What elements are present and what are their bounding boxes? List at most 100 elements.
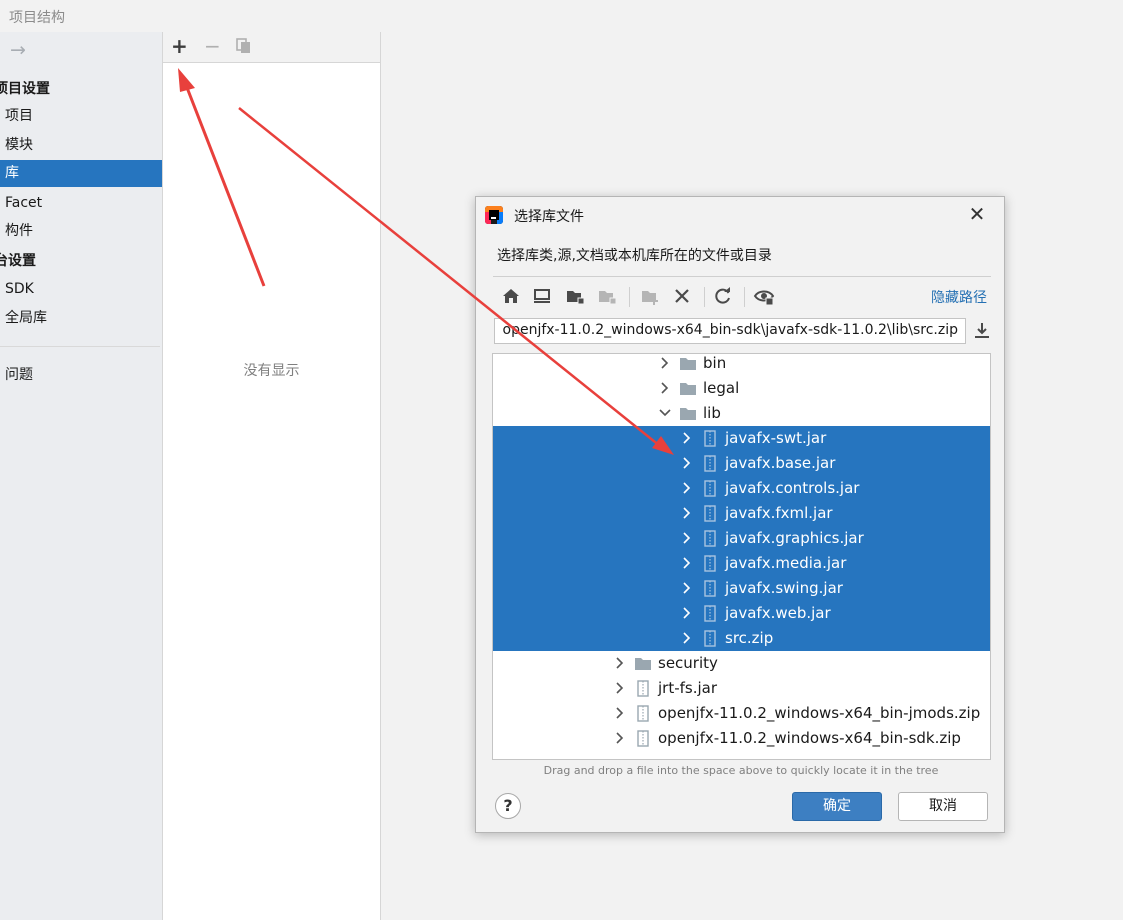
tree-row-label: jrt-fs.jar xyxy=(658,679,718,697)
project-folder-icon[interactable] xyxy=(564,285,586,307)
tree-row-label: javafx.fxml.jar xyxy=(725,504,833,522)
tree-row-label: javafx-swt.jar xyxy=(725,429,827,447)
tree-row[interactable]: javafx.base.jar xyxy=(493,451,990,476)
tree-row[interactable]: javafx.media.jar xyxy=(493,551,990,576)
sidebar-item-sdk[interactable]: SDK xyxy=(0,276,162,303)
tree-row-label: javafx.base.jar xyxy=(725,454,836,472)
close-icon[interactable]: ✕ xyxy=(966,203,988,225)
file-tree[interactable]: openjfx-11.0.2_windows-x64_bin-sdk.zip op… xyxy=(492,353,991,760)
tree-row[interactable]: javafx.swing.jar xyxy=(493,576,990,601)
drag-drop-hint: Drag and drop a file into the space abov… xyxy=(543,764,939,777)
tree-row-label: legal xyxy=(703,379,740,397)
home-icon[interactable] xyxy=(500,285,522,307)
chevron-right-icon[interactable] xyxy=(679,505,695,521)
refresh-icon[interactable] xyxy=(712,285,734,307)
chevron-right-icon[interactable] xyxy=(679,555,695,571)
tree-row[interactable]: javafx.controls.jar xyxy=(493,476,990,501)
tree-row-label: javafx.graphics.jar xyxy=(725,529,864,547)
window-title: 项目结构 xyxy=(9,10,65,26)
tree-row[interactable]: lib xyxy=(493,401,990,426)
sidebar-item-problems[interactable]: 问题 xyxy=(0,362,162,389)
sidebar-item-project[interactable]: 项目 xyxy=(0,103,162,130)
sidebar-item-libraries[interactable]: 库 xyxy=(0,160,162,187)
libraries-toolbar: + − xyxy=(163,32,380,63)
sidebar-item-global-libraries[interactable]: 全局库 xyxy=(0,305,162,332)
tree-row[interactable]: bin xyxy=(493,354,990,376)
tree-row[interactable]: src.zip xyxy=(493,626,990,651)
tree-row-label: javafx.swing.jar xyxy=(725,579,843,597)
settings-sidebar: → 项目设置 项目 模块 库 Facet 构件 台设置 SDK 全局库 问题 xyxy=(0,32,162,920)
archive-icon xyxy=(704,505,716,522)
tree-row-label: javafx.controls.jar xyxy=(725,479,860,497)
chevron-right-icon[interactable] xyxy=(679,480,695,496)
chevron-right-icon[interactable] xyxy=(657,380,673,396)
chevron-right-icon[interactable] xyxy=(679,580,695,596)
remove-icon[interactable]: − xyxy=(204,35,221,57)
tree-row-label: javafx.media.jar xyxy=(725,554,847,572)
chevron-right-icon[interactable] xyxy=(612,680,628,696)
dialog-divider xyxy=(493,276,991,277)
chevron-right-icon[interactable] xyxy=(679,605,695,621)
archive-icon xyxy=(704,455,716,472)
hide-path-link[interactable]: 隐藏路径 xyxy=(931,287,987,307)
tree-row[interactable]: javafx.web.jar xyxy=(493,601,990,626)
arrow-right-icon[interactable]: → xyxy=(10,39,26,61)
sidebar-item-facet[interactable]: Facet xyxy=(0,190,162,217)
module-folder-icon[interactable] xyxy=(596,285,618,307)
tree-row[interactable]: legal xyxy=(493,376,990,401)
sidebar-header-platform-settings: 台设置 xyxy=(0,253,36,269)
libraries-panel: + − 没有显示 xyxy=(162,32,381,920)
tree-row[interactable]: jrt-fs.jar xyxy=(493,676,990,701)
desktop-icon[interactable] xyxy=(531,285,553,307)
cancel-button[interactable]: 取消 xyxy=(898,792,988,821)
folder-icon xyxy=(680,408,696,420)
help-button[interactable]: ? xyxy=(495,793,521,819)
sidebar-item-artifacts[interactable]: 构件 xyxy=(0,218,162,245)
folder-icon xyxy=(635,658,651,670)
tree-row[interactable]: javafx.fxml.jar xyxy=(493,501,990,526)
archive-icon xyxy=(704,630,716,647)
chevron-right-icon[interactable] xyxy=(612,705,628,721)
delete-icon[interactable] xyxy=(671,285,693,307)
ok-button[interactable]: 确定 xyxy=(792,792,882,821)
sidebar-header-project-settings: 项目设置 xyxy=(0,81,50,97)
show-hidden-icon[interactable] xyxy=(753,285,775,307)
tree-row[interactable]: openjfx-11.0.2_windows-x64_bin-jmods.zip xyxy=(493,701,990,726)
tree-row-label: openjfx-11.0.2_windows-x64_bin-jmods.zip xyxy=(658,704,981,722)
tree-row[interactable]: openjfx-11.0.2_windows-x64_bin-sdk.zip xyxy=(493,726,990,751)
dialog-title: 选择库文件 xyxy=(514,209,584,225)
toolbar-separator xyxy=(744,287,745,307)
archive-icon xyxy=(704,555,716,572)
tree-row-label: openjfx-11.0.2_windows-x64_bin-sdk.zip xyxy=(658,729,961,747)
download-icon[interactable] xyxy=(971,320,993,342)
archive-icon xyxy=(637,705,649,722)
archive-icon xyxy=(704,430,716,447)
archive-icon xyxy=(704,480,716,497)
tree-row-label: security xyxy=(658,654,718,672)
chevron-right-icon[interactable] xyxy=(679,630,695,646)
tree-row[interactable]: javafx.graphics.jar xyxy=(493,526,990,551)
chevron-right-icon[interactable] xyxy=(679,530,695,546)
chevron-right-icon[interactable] xyxy=(657,355,673,371)
sidebar-item-modules[interactable]: 模块 xyxy=(0,132,162,159)
add-icon[interactable]: + xyxy=(171,35,188,57)
chevron-right-icon[interactable] xyxy=(679,455,695,471)
path-input-value: openjfx-11.0.2_windows-x64_bin-sdk\javaf… xyxy=(502,322,958,338)
new-folder-icon[interactable] xyxy=(639,285,661,307)
tree-row-label: src.zip xyxy=(725,629,774,647)
intellij-logo-icon xyxy=(485,206,503,224)
choose-library-files-dialog: 选择库文件 ✕ 选择库类,源,文档或本机库所在的文件或目录 隐藏路径 openj… xyxy=(475,196,1005,833)
tree-row[interactable]: security xyxy=(493,651,990,676)
chevron-right-icon[interactable] xyxy=(612,730,628,746)
chevron-down-icon[interactable] xyxy=(657,405,673,421)
chevron-right-icon[interactable] xyxy=(679,430,695,446)
chevron-right-icon[interactable] xyxy=(612,655,628,671)
tree-row[interactable]: javafx-swt.jar xyxy=(493,426,990,451)
archive-icon xyxy=(704,580,716,597)
dialog-description: 选择库类,源,文档或本机库所在的文件或目录 xyxy=(497,248,772,264)
tree-row-label: bin xyxy=(703,354,727,372)
path-input[interactable]: openjfx-11.0.2_windows-x64_bin-sdk\javaf… xyxy=(494,318,966,344)
copy-icon[interactable] xyxy=(235,37,253,55)
window-title-bar: 项目结构 xyxy=(0,0,1123,32)
archive-icon xyxy=(637,680,649,697)
